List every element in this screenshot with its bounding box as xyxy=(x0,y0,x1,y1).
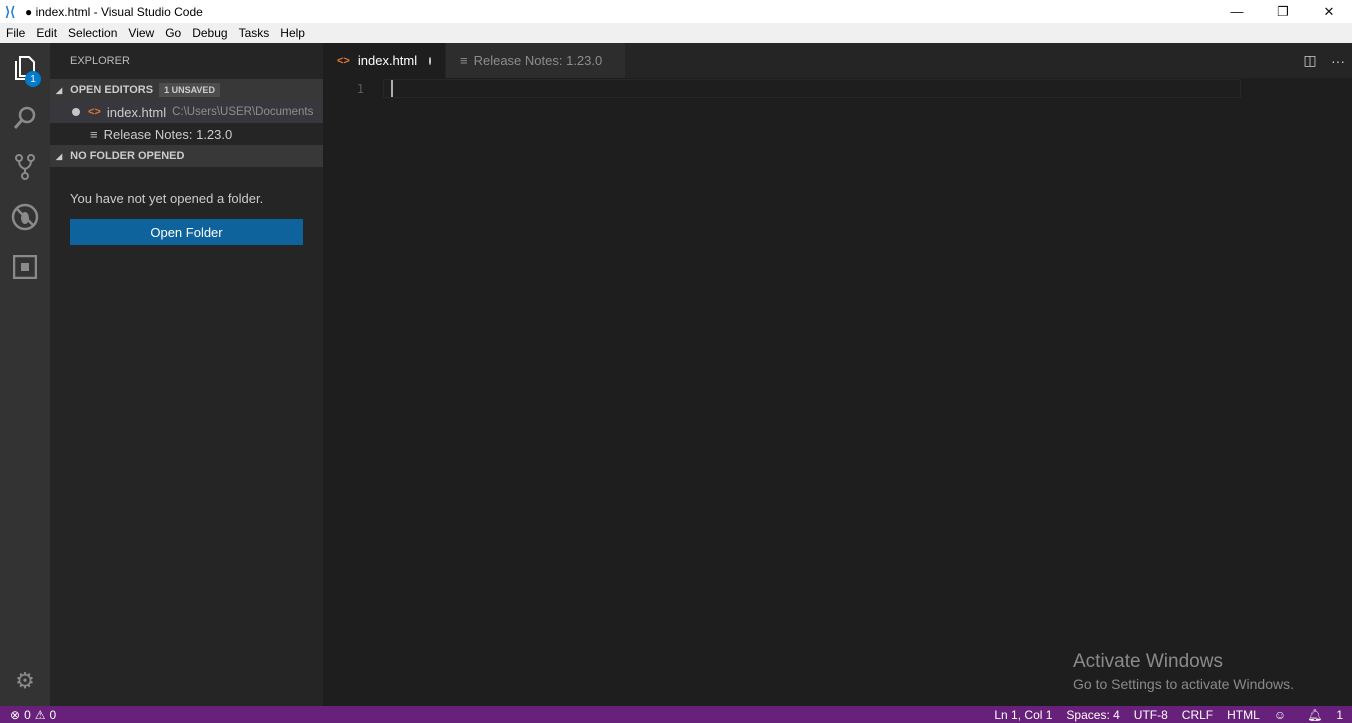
activate-windows-watermark: Activate Windows Go to Settings to activ… xyxy=(1073,651,1294,692)
menu-help[interactable]: Help xyxy=(274,26,310,40)
menu-edit[interactable]: Edit xyxy=(30,26,62,40)
notifications[interactable]: 🔔︎ 1 xyxy=(1293,708,1352,722)
explorer-sidebar: EXPLORER ◢ OPEN EDITORS 1 UNSAVED <> ind… xyxy=(50,43,323,706)
collapse-arrow-icon: ◢ xyxy=(56,151,63,161)
error-count: 0 xyxy=(24,707,31,722)
end-of-line[interactable]: CRLF xyxy=(1175,708,1220,722)
menu-view[interactable]: View xyxy=(122,26,159,40)
file-path: C:\Users\USER\Documents xyxy=(172,106,314,118)
language-mode[interactable]: HTML xyxy=(1220,708,1267,722)
bell-icon: 🔔︎ xyxy=(1307,707,1323,722)
menu-go[interactable]: Go xyxy=(159,26,186,40)
vscode-logo-icon: ⟩⟨ xyxy=(5,3,16,19)
cursor-position[interactable]: Ln 1, Col 1 xyxy=(987,708,1059,722)
sidebar-title: EXPLORER xyxy=(70,55,130,67)
file-name: Release Notes: 1.23.0 xyxy=(103,126,233,142)
menu-selection[interactable]: Selection xyxy=(62,26,122,40)
window-title: ● index.html - Visual Studio Code xyxy=(25,4,203,19)
split-editor-icon[interactable]: ◫ xyxy=(1296,52,1324,69)
warning-icon: ⚠ xyxy=(34,707,46,722)
activity-bar: 1 ⚙ xyxy=(0,43,50,706)
open-editors-label: OPEN EDITORS xyxy=(70,84,154,96)
close-button[interactable]: ✕ xyxy=(1306,0,1352,23)
unsaved-dot-icon[interactable] xyxy=(429,56,431,65)
source-control-icon[interactable] xyxy=(0,144,50,190)
open-editor-index-html[interactable]: <> index.html C:\Users\USER\Documents xyxy=(50,101,323,123)
encoding[interactable]: UTF-8 xyxy=(1127,708,1175,722)
html-file-icon: <> xyxy=(337,54,350,67)
code-editor[interactable]: 1 xyxy=(323,78,1352,706)
settings-gear-icon[interactable]: ⚙ xyxy=(0,658,50,704)
no-folder-header[interactable]: ◢ NO FOLDER OPENED xyxy=(50,145,323,167)
menu-bar: File Edit Selection View Go Debug Tasks … xyxy=(0,23,1352,43)
title-bar: ⟩⟨ ● index.html - Visual Studio Code — ❐… xyxy=(0,0,1352,23)
open-editor-release-notes[interactable]: ≡ Release Notes: 1.23.0 xyxy=(50,123,323,145)
line-number: 1 xyxy=(356,82,364,96)
no-folder-label: NO FOLDER OPENED xyxy=(70,150,185,162)
explorer-icon[interactable]: 1 xyxy=(0,45,50,91)
text-cursor xyxy=(391,80,393,97)
status-bar: ⊗ 0 ⚠ 0 Ln 1, Col 1 Spaces: 4 UTF-8 CRLF… xyxy=(0,706,1352,723)
tab-release-notes[interactable]: ≡ Release Notes: 1.23.0 xyxy=(446,43,626,78)
tab-index-html[interactable]: <> index.html xyxy=(323,43,446,78)
more-actions-icon[interactable]: ··· xyxy=(1324,53,1352,69)
open-folder-button[interactable]: Open Folder xyxy=(70,219,303,245)
editor-actions: ◫ ··· xyxy=(1296,43,1352,78)
document-icon: ≡ xyxy=(460,53,468,68)
minimize-button[interactable]: — xyxy=(1214,0,1260,23)
problems-indicator[interactable]: ⊗ 0 ⚠ 0 xyxy=(0,708,56,722)
error-icon: ⊗ xyxy=(10,707,21,722)
menu-file[interactable]: File xyxy=(0,26,30,40)
feedback-smiley-icon[interactable]: ☺ xyxy=(1267,708,1293,722)
tab-label: index.html xyxy=(357,53,418,68)
menu-debug[interactable]: Debug xyxy=(186,26,232,40)
debug-icon[interactable] xyxy=(0,194,50,240)
file-name: index.html xyxy=(106,104,167,120)
extensions-icon[interactable] xyxy=(0,244,50,290)
notification-count: 1 xyxy=(1336,707,1343,722)
collapse-arrow-icon: ◢ xyxy=(56,85,63,95)
warning-count: 0 xyxy=(49,707,57,722)
watermark-title: Activate Windows xyxy=(1073,651,1223,672)
no-folder-message: You have not yet opened a folder. xyxy=(70,191,264,206)
html-file-icon: <> xyxy=(88,106,101,118)
current-line-highlight xyxy=(383,79,1241,98)
watermark-subtitle: Go to Settings to activate Windows. xyxy=(1073,676,1294,692)
tab-label: Release Notes: 1.23.0 xyxy=(473,53,603,68)
open-editors-header[interactable]: ◢ OPEN EDITORS 1 UNSAVED xyxy=(50,79,323,101)
unsaved-dot-icon[interactable] xyxy=(72,108,80,116)
unsaved-badge: 1 UNSAVED xyxy=(159,83,220,97)
editor-tabs: <> index.html ≡ Release Notes: 1.23.0 xyxy=(323,43,1352,78)
indentation[interactable]: Spaces: 4 xyxy=(1059,708,1126,722)
document-icon: ≡ xyxy=(90,126,98,142)
explorer-badge: 1 xyxy=(25,71,41,87)
menu-tasks[interactable]: Tasks xyxy=(233,26,275,40)
restore-button[interactable]: ❐ xyxy=(1260,0,1306,23)
search-icon[interactable] xyxy=(0,95,50,141)
